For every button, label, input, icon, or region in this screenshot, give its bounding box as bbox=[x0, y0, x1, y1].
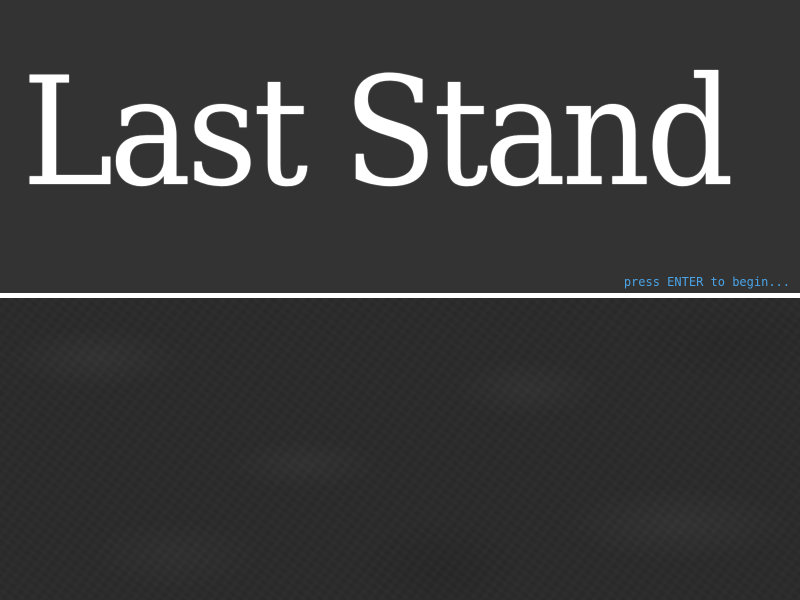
title-banner: Last Stand press ENTER to begin... bbox=[0, 0, 800, 293]
start-prompt: press ENTER to begin... bbox=[623, 275, 790, 289]
textured-background bbox=[0, 298, 800, 600]
title-screen[interactable]: Last Stand press ENTER to begin... bbox=[0, 0, 800, 600]
game-title: Last Stand bbox=[22, 46, 734, 220]
